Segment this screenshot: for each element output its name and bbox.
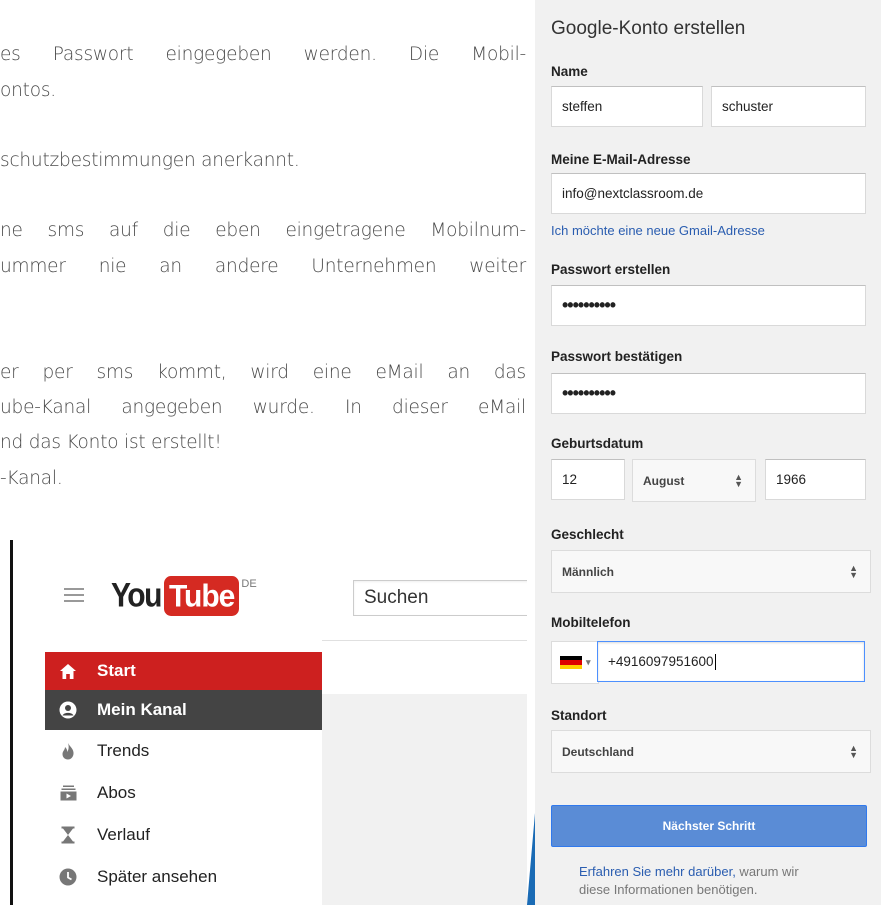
flame-icon (57, 741, 79, 761)
gender-value: Männlich (562, 564, 615, 579)
youtube-screenshot: You Tube DE Suchen Start Mein Kanal Tren… (0, 540, 527, 905)
doc-line: ummer nie an andere Unternehmen weiter (0, 256, 526, 277)
subscriptions-icon (57, 783, 79, 803)
sidebar-item-mein-kanal[interactable]: Mein Kanal (45, 690, 322, 730)
updown-arrow-icon: ▲ ▼ (849, 742, 858, 760)
confirm-password-label: Passwort bestätigen (551, 349, 683, 364)
menu-icon[interactable] (64, 588, 84, 606)
doc-line: schutzbestimmungen anerkannt. (0, 150, 300, 171)
gender-label: Geschlecht (551, 527, 624, 542)
home-icon (57, 661, 79, 681)
sidebar-item-label: Später ansehen (97, 867, 218, 886)
email-label: Meine E-Mail-Adresse (551, 152, 691, 167)
footer-text: warum wir (735, 864, 799, 879)
sidebar-item-label: Abos (97, 783, 136, 802)
first-name-field[interactable]: steffen (551, 86, 703, 127)
birth-month-select[interactable]: August ▲ ▼ (632, 459, 756, 502)
birth-month-value: August (643, 473, 685, 488)
sidebar-item-label: Mein Kanal (97, 700, 187, 719)
phone-value: +4916097951600 (608, 654, 714, 669)
sidebar-nav: Start Mein Kanal Trends Abos Verlauf Spä… (45, 652, 322, 898)
account-icon (57, 700, 79, 720)
clock-icon (57, 867, 79, 887)
location-value: Deutschland (562, 744, 635, 759)
doc-line: -Kanal. (0, 468, 63, 489)
birthdate-label: Geburtsdatum (551, 436, 644, 451)
doc-line: es Passwort eingegeben werden. Die Mobil… (0, 44, 526, 65)
sidebar-item-start[interactable]: Start (45, 652, 322, 690)
sidebar-item-trends[interactable]: Trends (45, 730, 322, 772)
location-label: Standort (551, 708, 607, 723)
divider (322, 640, 527, 641)
logo-tube: Tube (163, 576, 240, 616)
footer-text: diese Informationen benötigen. (579, 882, 758, 897)
password-label: Passwort erstellen (551, 262, 671, 277)
doc-line: er per sms kommt, wird eine eMail an das (0, 362, 526, 383)
doc-line: ube-Kanal angegeben wurde. In dieser eMa… (0, 397, 526, 418)
country-code-select[interactable]: ▾ (551, 641, 599, 684)
confirm-password-field[interactable]: •••••••••• (551, 373, 866, 414)
logo-country: DE (241, 578, 257, 590)
location-select[interactable]: Deutschland ▲ ▼ (551, 730, 871, 773)
last-name-field[interactable]: schuster (711, 86, 866, 127)
chevron-down-icon: ▾ (586, 657, 591, 667)
password-field[interactable]: •••••••••• (551, 285, 866, 326)
phone-label: Mobiltelefon (551, 615, 631, 630)
doc-line: nd das Konto ist erstellt! (0, 432, 222, 453)
birth-year-field[interactable]: 1966 (765, 459, 866, 500)
learn-more-link[interactable]: Erfahren Sie mehr darüber, (579, 864, 736, 879)
next-step-button[interactable]: Nächster Schritt (551, 805, 867, 847)
sidebar-item-spaeter-ansehen[interactable]: Später ansehen (45, 856, 322, 898)
phone-field[interactable]: +4916097951600 (597, 641, 865, 682)
black-border (10, 540, 13, 905)
new-gmail-link[interactable]: Ich möchte eine neue Gmail-Adresse (551, 223, 765, 238)
search-input[interactable]: Suchen (353, 580, 527, 616)
name-label: Name (551, 64, 588, 79)
youtube-logo[interactable]: You Tube DE (111, 576, 257, 616)
logo-you: You (111, 576, 162, 615)
sidebar-item-label: Verlauf (97, 825, 150, 844)
germany-flag-icon (560, 655, 582, 670)
sidebar-item-label: Start (97, 661, 136, 680)
updown-arrow-icon: ▲ ▼ (849, 562, 858, 580)
content-area (322, 694, 527, 905)
updown-arrow-icon: ▲ ▼ (734, 471, 743, 489)
gender-select[interactable]: Männlich ▲ ▼ (551, 550, 871, 593)
sidebar-item-verlauf[interactable]: Verlauf (45, 814, 322, 856)
sidebar-item-label: Trends (97, 741, 150, 760)
google-signup-form: Google-Konto erstellen Name steffen schu… (535, 0, 881, 905)
doc-line: ne sms auf die eben eingetragene Mobilnu… (0, 220, 526, 241)
form-title: Google-Konto erstellen (551, 18, 746, 39)
hourglass-icon (57, 825, 79, 845)
birth-day-field[interactable]: 12 (551, 459, 625, 500)
email-field[interactable]: info@nextclassroom.de (551, 173, 866, 214)
sidebar-item-abos[interactable]: Abos (45, 772, 322, 814)
info-footer: Erfahren Sie mehr darüber, warum wir die… (579, 863, 859, 899)
doc-line: ontos. (0, 80, 56, 101)
text-cursor (714, 653, 716, 670)
